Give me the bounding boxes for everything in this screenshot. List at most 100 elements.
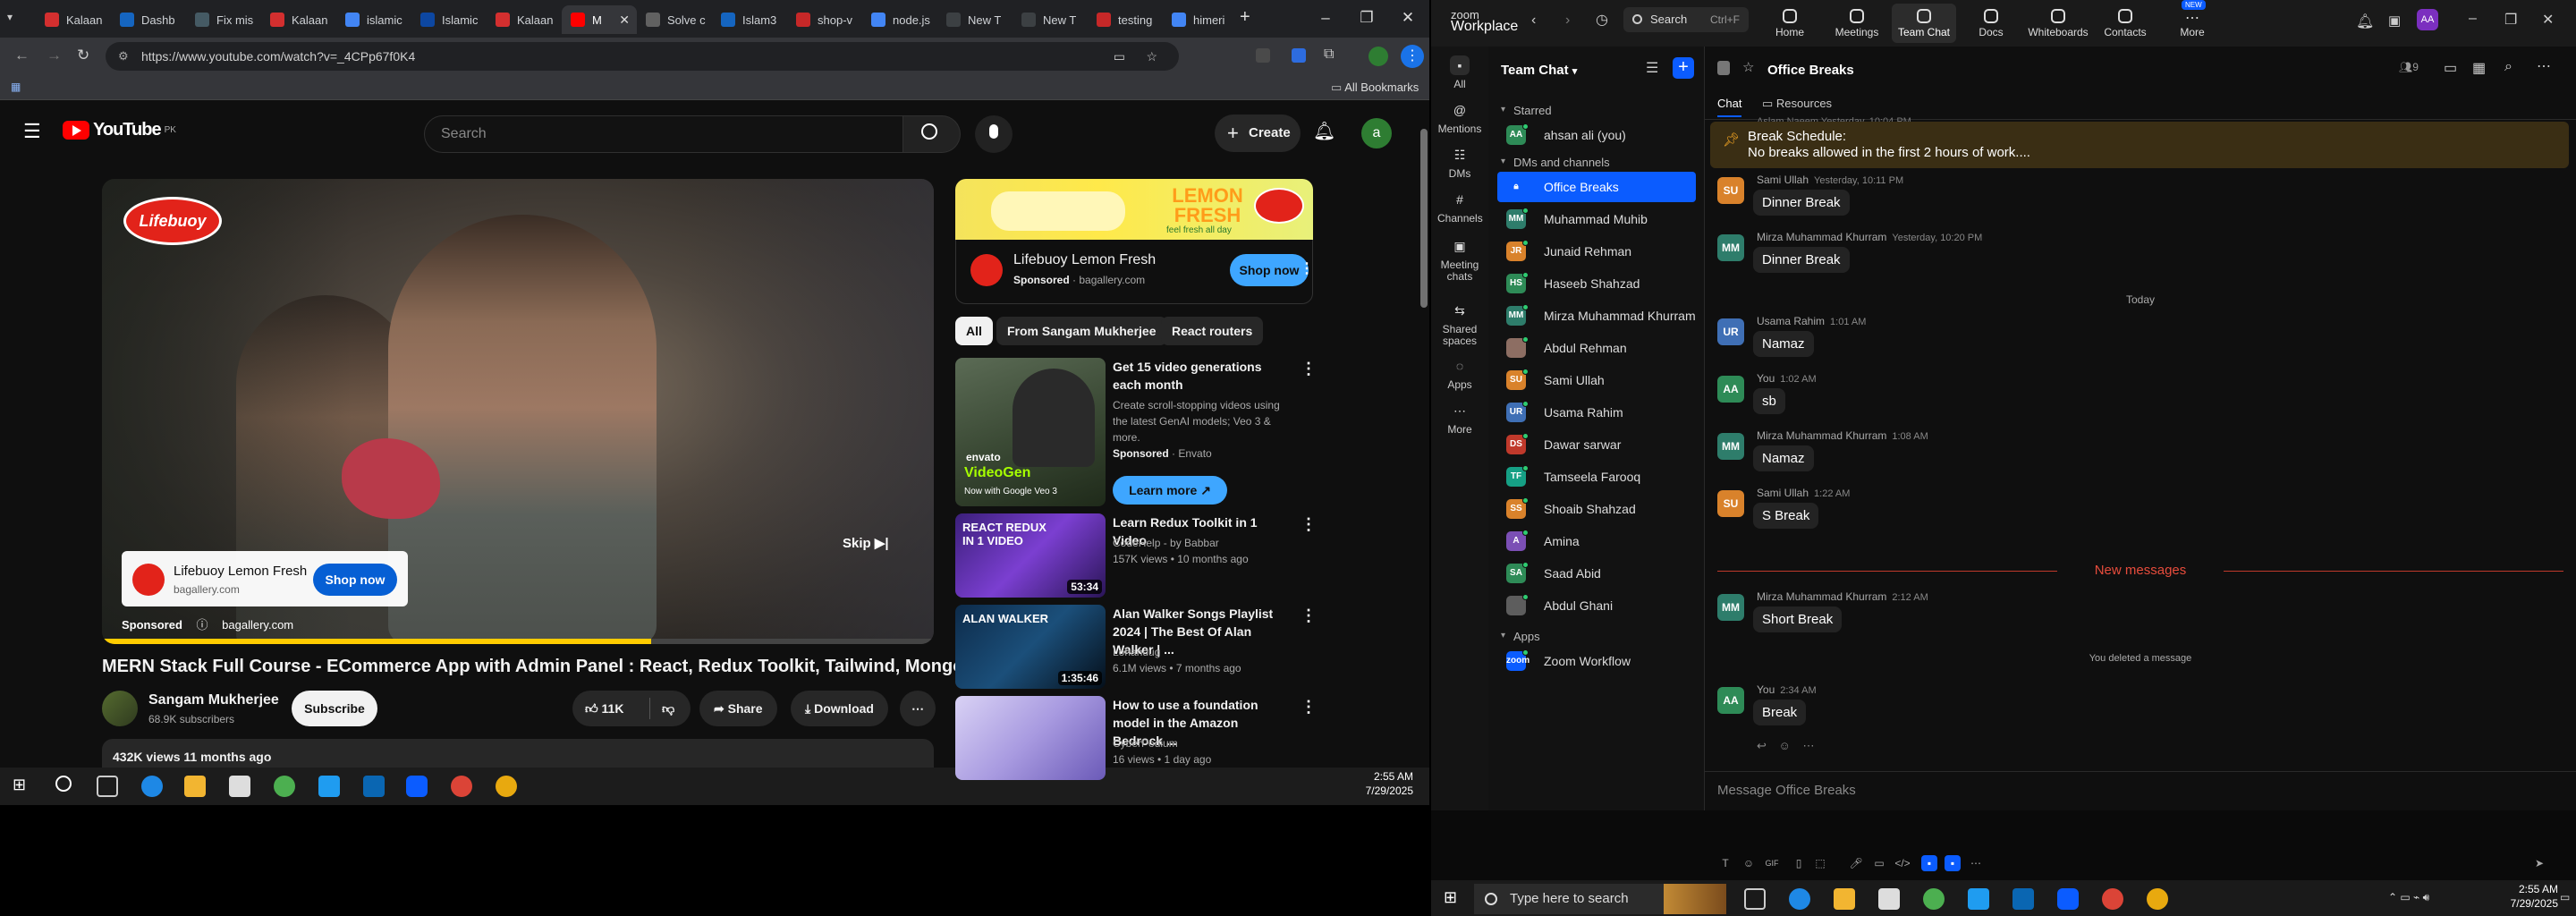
video-message-icon[interactable]: ▭ (1871, 855, 1887, 871)
companion-ad-banner[interactable]: LEMON FRESH feel fresh all day (955, 179, 1313, 240)
chat-message[interactable]: SU Sami Ullah Yesterday, 10:11 PM Dinner Br… (1717, 174, 2522, 218)
vscode-icon[interactable] (363, 776, 385, 797)
file-explorer-icon[interactable] (184, 776, 206, 797)
browser-tab[interactable]: testing (1088, 5, 1163, 34)
chat-message[interactable]: MM Mirza Muhammad Khurram 1:08 AM Namaz (1717, 429, 2522, 474)
rec-channel[interactable]: Lohandug (1113, 644, 1160, 660)
chat-message[interactable]: MM Mirza Muhammad Khurram 2:12 AM Short Bre… (1717, 590, 2522, 635)
nav-more[interactable]: ⋯ NEW More (2160, 0, 2224, 43)
browser-tab[interactable]: Solve c (637, 5, 712, 34)
share-button[interactable]: ➦ Share (699, 691, 777, 726)
sidebar-item[interactable]: DS Dawar sarwar (1497, 429, 1696, 460)
section-starred[interactable]: Starred (1501, 104, 1552, 117)
site-info-icon[interactable]: ⚙ (118, 42, 129, 71)
new-tab-button[interactable]: + (1240, 7, 1250, 28)
player-ad-card[interactable]: Lifebuoy Lemon Fresh bagallery.com Shop … (122, 551, 408, 606)
bookmark-star-icon[interactable]: ☆ (1146, 42, 1157, 71)
ad-shop-now-button[interactable]: Shop now (1230, 254, 1309, 286)
close-window-button[interactable]: ✕ (1392, 7, 1424, 29)
rail-more[interactable]: ⋯ More (1431, 401, 1488, 436)
channel-avatar[interactable] (102, 691, 138, 726)
message-bubble[interactable]: Namaz (1753, 445, 1814, 471)
sidebar-item[interactable]: MM Muhammad Muhib (1497, 204, 1696, 234)
back-icon[interactable]: ← (14, 47, 30, 64)
sidebar-item[interactable]: zoom Zoom Workflow (1497, 646, 1696, 676)
nav-docs[interactable]: Docs (1959, 4, 2023, 43)
browser-tab[interactable]: node.js (862, 5, 937, 34)
forward-icon[interactable]: › (1565, 13, 1570, 29)
browser-tab[interactable]: New T (1013, 5, 1088, 34)
message-author[interactable]: Mirza Muhammad Khurram (1757, 231, 1886, 243)
rec-menu-icon[interactable]: ⋮ (1301, 698, 1317, 717)
browser-tab[interactable]: Kalaan (261, 5, 336, 34)
sidebar-item[interactable]: AA ahsan ali (you) (1497, 120, 1696, 150)
gif-icon[interactable]: GIF (1764, 855, 1780, 871)
maximize-button[interactable]: ❐ (1351, 7, 1383, 29)
more-horizontal-icon[interactable]: ⋯ (1968, 855, 1984, 871)
sidebar-item[interactable]: HS Haseeb Shahzad (1497, 268, 1696, 299)
subscribe-button[interactable]: Subscribe (292, 691, 377, 726)
rec-menu-icon[interactable]: ⋮ (1301, 515, 1317, 534)
dislike-button[interactable]: 👎︎ (662, 691, 674, 726)
rail-all[interactable]: ▪ All (1431, 55, 1488, 90)
vscode-insiders-icon[interactable] (318, 776, 340, 797)
channel-title[interactable]: Office Breaks (1767, 63, 1854, 78)
message-bubble[interactable]: Dinner Break (1753, 190, 1850, 216)
notifications-icon[interactable]: ▭ (2560, 891, 2570, 903)
sidebar-item[interactable]: SA Saad Abid (1497, 558, 1696, 589)
windows-start-icon[interactable]: ⊞ (13, 776, 34, 797)
message-author[interactable]: You (1757, 683, 1775, 696)
rec-channel[interactable]: CyberPodium (1113, 735, 1178, 751)
filter-icon[interactable]: ☰ (1646, 59, 1665, 79)
video-player[interactable]: Lifebuoy Lifebuoy Lemon Fresh bagallery.… (102, 179, 934, 644)
sidebar-item[interactable]: 🔒︎ Office Breaks (1497, 172, 1696, 202)
zoom-icon[interactable] (406, 776, 428, 797)
chat-message[interactable]: MM Mirza Muhammad Khurram Yesterday, 10:20… (1717, 231, 2522, 276)
message-author[interactable]: You (1757, 372, 1775, 385)
message-bubble[interactable]: Short Break (1753, 606, 1843, 632)
edge-icon[interactable] (141, 776, 163, 797)
recommendation-video[interactable]: ALAN WALKER 1:35:46 Alan Walker Songs Play… (955, 605, 1322, 691)
info-icon[interactable]: ⓘ (197, 618, 208, 632)
ad-shop-now-button[interactable]: Shop now (313, 564, 397, 596)
notifications-bell-icon[interactable]: 🔔︎ (1313, 120, 1335, 142)
rec-thumbnail[interactable] (955, 696, 1106, 780)
sidebar-item[interactable]: Abdul Rehman (1497, 333, 1696, 363)
search-button[interactable] (903, 115, 961, 153)
message-author[interactable]: Mirza Muhammad Khurram (1757, 590, 1886, 603)
extensions-puzzle-icon[interactable]: ⧉ (1324, 47, 1334, 63)
message-bubble[interactable]: Break (1753, 700, 1807, 725)
filter-chip[interactable]: React routers (1161, 317, 1264, 345)
filter-chip[interactable]: All (955, 317, 993, 345)
voice-search-button[interactable] (975, 115, 1013, 153)
all-bookmarks-folder[interactable]: ▭ All Bookmarks (1331, 81, 1419, 95)
message-author[interactable]: Sami Ullah (1757, 174, 1809, 186)
mic-icon[interactable]: 🎤︎ (1848, 855, 1864, 871)
sidebar-item[interactable]: Abdul Ghani (1497, 590, 1696, 621)
edge-icon[interactable] (1789, 888, 1810, 910)
zoom-search-field[interactable]: Search Ctrl+F (1623, 7, 1749, 32)
emoji-icon[interactable]: ☺ (1741, 855, 1757, 871)
browser-tab[interactable]: islamic (336, 5, 411, 34)
pinned-message-banner[interactable]: 📌︎ Break Schedule: No breaks allowed in … (1710, 122, 2569, 168)
chrome-menu-icon[interactable]: ⋮ (1401, 45, 1424, 68)
tab-resources[interactable]: ▭ Resources (1762, 97, 1832, 111)
like-button[interactable]: 👍︎ 11K (585, 691, 623, 726)
task-view-icon[interactable] (1744, 888, 1766, 910)
nav-home[interactable]: Home (1758, 4, 1822, 43)
create-button[interactable]: + Create (1215, 114, 1301, 152)
rail-apps[interactable]: ◌ Apps (1431, 356, 1488, 391)
taskbar-search-icon[interactable] (55, 776, 72, 792)
history-icon[interactable]: ◷ (1596, 11, 1608, 29)
rail-meeting-chats[interactable]: ▣ Meeting chats (1431, 236, 1488, 283)
nav-meetings[interactable]: Meetings (1825, 4, 1889, 43)
calendar-icon[interactable]: ▦ (2472, 59, 2486, 77)
sponsored-domain-link[interactable]: bagallery.com (222, 618, 293, 632)
rec-thumbnail[interactable]: REACT REDUX IN 1 VIDEO 53:34 (955, 513, 1106, 598)
search-chat-icon[interactable]: ⌕ (2504, 59, 2512, 75)
sidebar-item[interactable]: UR Usama Rahim (1497, 397, 1696, 428)
rail-dms[interactable]: ☷ DMs (1431, 145, 1488, 180)
browser-tab[interactable]: himeri (1163, 5, 1238, 34)
channel-name[interactable]: Sangam Mukherjee (148, 692, 279, 708)
tab-search-icon[interactable]: ▾ (7, 11, 13, 23)
